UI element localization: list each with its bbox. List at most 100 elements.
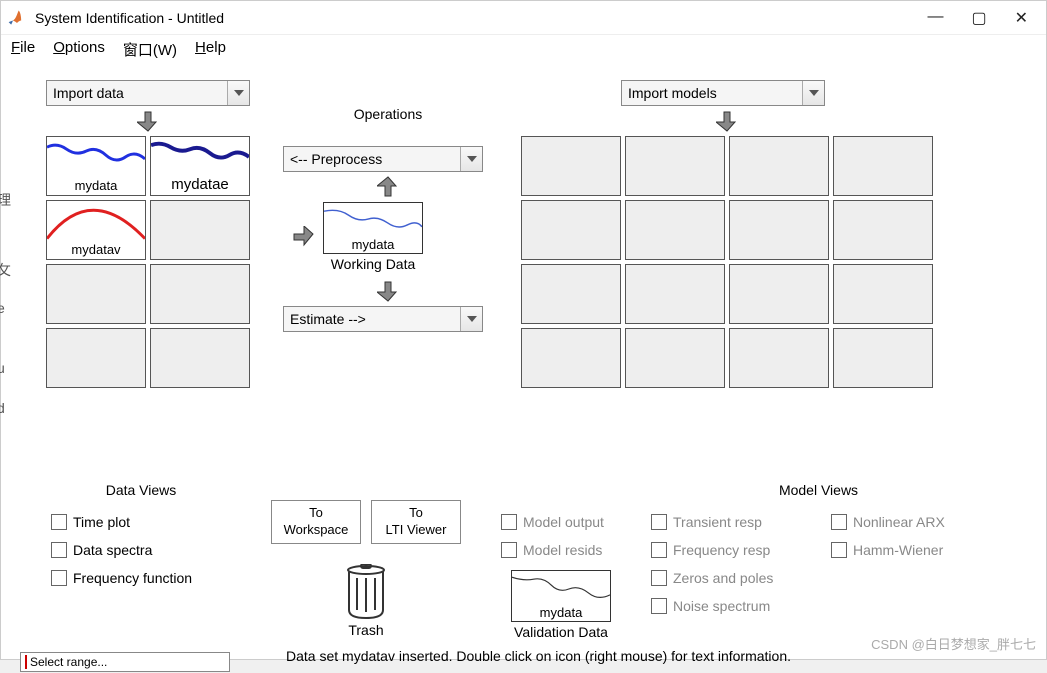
- chevron-down-icon[interactable]: [460, 147, 482, 171]
- checkbox-icon: [651, 598, 667, 614]
- checkbox-frequency-resp: Frequency resp: [651, 542, 801, 558]
- checkbox-icon: [501, 514, 517, 530]
- matlab-icon: [7, 8, 27, 28]
- working-data-label: Working Data: [323, 256, 423, 272]
- preprocess-dropdown[interactable]: <-- Preprocess: [283, 146, 483, 172]
- window-title: System Identification - Untitled: [35, 10, 927, 26]
- checkbox-data-spectra[interactable]: Data spectra: [51, 542, 231, 558]
- model-slot-empty[interactable]: [521, 328, 621, 388]
- checkbox-icon: [651, 514, 667, 530]
- clipped-text: d: [0, 400, 5, 416]
- checkbox-noise-spectrum: Noise spectrum: [651, 598, 801, 614]
- estimate-dropdown[interactable]: Estimate -->: [283, 306, 483, 332]
- data-slot-empty[interactable]: [46, 328, 146, 388]
- import-data-dropdown[interactable]: Import data: [46, 80, 250, 106]
- arrow-up-icon: [283, 172, 493, 202]
- model-views-header: Model Views: [611, 482, 1026, 498]
- model-slot-empty[interactable]: [625, 136, 725, 196]
- model-slot-empty[interactable]: [729, 200, 829, 260]
- model-slot-empty[interactable]: [729, 264, 829, 324]
- content-area: Import data mydata mydatae mydatav: [1, 64, 1046, 84]
- clipped-text: 理: [0, 190, 11, 210]
- data-slot-mydata[interactable]: mydata: [46, 136, 146, 196]
- data-slot-mydatav[interactable]: mydatav: [46, 200, 146, 260]
- menu-file[interactable]: File: [11, 39, 35, 60]
- wave-icon: [512, 571, 610, 606]
- arrow-right-icon: [283, 226, 323, 248]
- working-data-thumb[interactable]: mydata: [323, 202, 423, 254]
- model-slot-empty[interactable]: [625, 328, 725, 388]
- checkbox-frequency-function[interactable]: Frequency function: [51, 570, 231, 586]
- chevron-down-icon[interactable]: [802, 81, 824, 105]
- checkbox-hamm-wiener: Hamm-Wiener: [831, 542, 971, 558]
- checkbox-icon: [831, 514, 847, 530]
- arc-icon: [47, 201, 145, 241]
- model-slot-empty[interactable]: [625, 200, 725, 260]
- data-slot-mydatae[interactable]: mydatae: [150, 136, 250, 196]
- model-slot-empty[interactable]: [729, 328, 829, 388]
- import-data-label: Import data: [47, 85, 227, 101]
- trash-label: Trash: [348, 622, 383, 638]
- model-slot-empty[interactable]: [729, 136, 829, 196]
- watermark: CSDN @白日梦想家_胖七七: [871, 634, 1036, 653]
- trash[interactable]: Trash: [261, 564, 471, 638]
- model-slot-empty[interactable]: [833, 328, 933, 388]
- window-controls: — ▢ ✕: [927, 8, 1028, 28]
- close-button[interactable]: ✕: [1015, 8, 1028, 28]
- clipped-text: 攵: [0, 260, 11, 280]
- checkbox-nonlinear-arx: Nonlinear ARX: [831, 514, 971, 530]
- menu-help[interactable]: Help: [195, 39, 226, 60]
- import-models-label: Import models: [622, 85, 802, 101]
- arrow-down-icon: [283, 276, 493, 306]
- select-range-field[interactable]: Select range...: [20, 652, 230, 672]
- checkbox-model-resids: Model resids: [501, 542, 621, 558]
- arrow-down-icon: [521, 106, 933, 136]
- wave-icon: [324, 203, 422, 238]
- minimize-button[interactable]: —: [927, 8, 943, 28]
- trash-icon: [343, 564, 389, 622]
- data-board: mydata mydatae mydatav: [46, 136, 250, 388]
- titlebar: System Identification - Untitled — ▢ ✕: [1, 1, 1046, 35]
- checkbox-icon: [51, 514, 67, 530]
- app-window: System Identification - Untitled — ▢ ✕ F…: [0, 0, 1047, 660]
- checkbox-icon: [831, 542, 847, 558]
- model-slot-empty[interactable]: [521, 200, 621, 260]
- model-board: [521, 136, 933, 388]
- chevron-down-icon[interactable]: [227, 81, 249, 105]
- validation-data-label: Validation Data: [501, 624, 621, 640]
- import-models-dropdown[interactable]: Import models: [621, 80, 825, 106]
- estimate-label: Estimate -->: [284, 311, 460, 327]
- to-lti-viewer-button[interactable]: To LTI Viewer: [371, 500, 461, 544]
- arrow-down-icon: [46, 106, 250, 136]
- data-slot-empty[interactable]: [150, 200, 250, 260]
- wave-icon: [47, 137, 145, 177]
- to-workspace-button[interactable]: To Workspace: [271, 500, 361, 544]
- maximize-button[interactable]: ▢: [971, 8, 986, 28]
- model-slot-empty[interactable]: [521, 264, 621, 324]
- checkbox-icon: [501, 542, 517, 558]
- menubar: File Options 窗口(W) Help: [1, 35, 1046, 64]
- preprocess-label: <-- Preprocess: [284, 151, 460, 167]
- data-views-header: Data Views: [51, 482, 231, 498]
- model-slot-empty[interactable]: [521, 136, 621, 196]
- checkbox-time-plot[interactable]: Time plot: [51, 514, 231, 530]
- checkbox-model-output: Model output: [501, 514, 621, 530]
- menu-window[interactable]: 窗口(W): [123, 39, 177, 60]
- model-slot-empty[interactable]: [625, 264, 725, 324]
- model-slot-empty[interactable]: [833, 264, 933, 324]
- checkbox-zeros-poles: Zeros and poles: [651, 570, 801, 586]
- menu-options[interactable]: Options: [53, 39, 105, 60]
- data-slot-empty[interactable]: [150, 264, 250, 324]
- model-slot-empty[interactable]: [833, 136, 933, 196]
- checkbox-icon: [651, 542, 667, 558]
- checkbox-icon: [651, 570, 667, 586]
- model-slot-empty[interactable]: [833, 200, 933, 260]
- checkbox-icon: [51, 542, 67, 558]
- checkbox-icon: [51, 570, 67, 586]
- data-slot-empty[interactable]: [150, 328, 250, 388]
- chevron-down-icon[interactable]: [460, 307, 482, 331]
- data-slot-empty[interactable]: [46, 264, 146, 324]
- clipped-text: e: [0, 300, 5, 316]
- checkbox-transient-resp: Transient resp: [651, 514, 801, 530]
- validation-data-thumb[interactable]: mydata: [511, 570, 611, 622]
